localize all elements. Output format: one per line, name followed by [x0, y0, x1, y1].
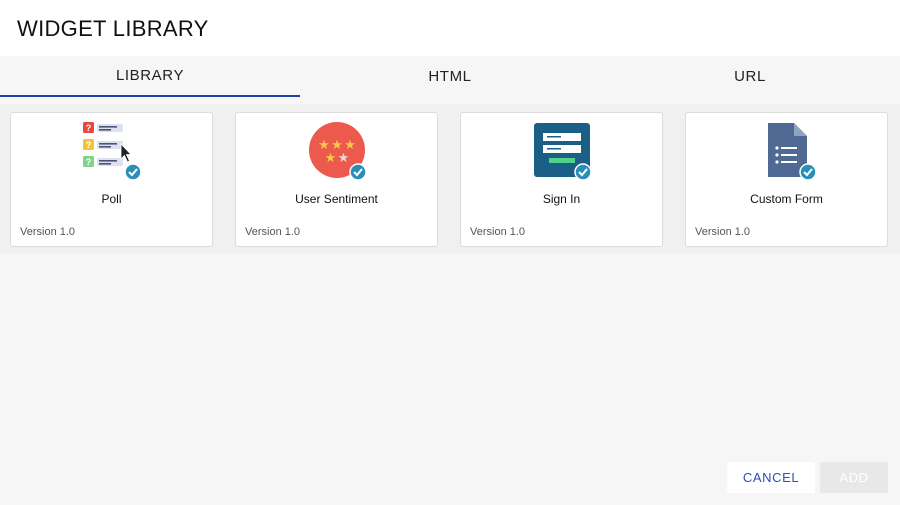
widget-card-custom-form[interactable]: Custom Form Version 1.0 [685, 112, 888, 247]
tab-library[interactable]: LIBRARY [0, 56, 300, 97]
widget-version: Version 1.0 [245, 226, 301, 238]
widget-card-sign-in[interactable]: Sign In Version 1.0 [460, 112, 663, 247]
tab-url[interactable]: URL [600, 56, 900, 97]
add-button: ADD [820, 462, 888, 493]
tab-bar: LIBRARY HTML URL [0, 56, 900, 97]
star-rating-icon: ★ ★ ★ ★ ★ [307, 121, 367, 181]
dialog-header: WIDGET LIBRARY [0, 0, 900, 56]
widget-name: Custom Form [750, 192, 823, 206]
widget-name: User Sentiment [295, 192, 378, 206]
svg-text:?: ? [85, 157, 91, 167]
svg-text:?: ? [85, 123, 91, 133]
widget-version: Version 1.0 [695, 226, 751, 238]
document-form-icon [757, 121, 817, 181]
widget-version: Version 1.0 [470, 226, 526, 238]
poll-icon: ? ? ? [82, 121, 142, 181]
widget-card-poll[interactable]: ? ? ? Poll Version 1.0 [10, 112, 213, 247]
svg-text:★: ★ [324, 151, 336, 166]
sign-in-form-icon [532, 121, 592, 181]
widget-name: Poll [101, 192, 122, 206]
widget-version: Version 1.0 [20, 226, 76, 238]
cancel-button[interactable]: CANCEL [727, 462, 815, 493]
widget-card-user-sentiment[interactable]: ★ ★ ★ ★ ★ User Sentiment Version 1.0 [235, 112, 438, 247]
dialog-title: WIDGET LIBRARY [17, 16, 209, 41]
widget-library-dialog: WIDGET LIBRARY LIBRARY HTML URL ? ? ? Po… [0, 0, 900, 505]
widget-grid: ? ? ? Poll Version 1.0 ★ ★ ★ ★ ★ User Se… [0, 104, 900, 254]
tab-html[interactable]: HTML [300, 56, 600, 97]
widget-name: Sign In [542, 192, 581, 206]
svg-text:?: ? [85, 140, 91, 150]
svg-text:★: ★ [337, 151, 349, 166]
